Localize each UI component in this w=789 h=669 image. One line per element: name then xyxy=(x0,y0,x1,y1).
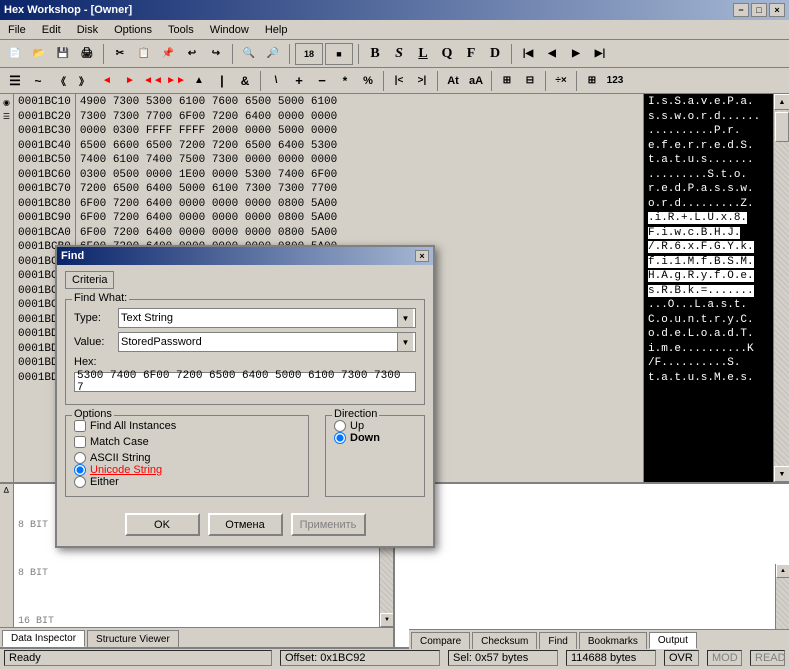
type-row: Type: Text String ▼ xyxy=(74,308,416,328)
options-direction-row: Options Find All Instances Match Case xyxy=(65,411,425,501)
match-case-label: Match Case xyxy=(90,436,149,448)
either-radio[interactable] xyxy=(74,476,86,488)
value-row: Value: StoredPassword ▼ xyxy=(74,332,416,352)
up-radio-item: Up xyxy=(334,420,416,432)
find-dialog: Find × Criteria Find What: Type: Text St… xyxy=(55,245,435,548)
dialog-title-bar: Find × xyxy=(57,247,433,265)
find-what-group: Find What: Type: Text String ▼ Value: St… xyxy=(65,299,425,405)
unicode-radio[interactable] xyxy=(74,464,86,476)
unicode-radio-item: Unicode String xyxy=(74,464,300,476)
value-label: Value: xyxy=(74,336,114,348)
type-combo-arrow[interactable]: ▼ xyxy=(397,309,413,327)
value-combo-arrow[interactable]: ▼ xyxy=(397,333,413,351)
type-label: Type: xyxy=(74,312,114,324)
hex-label: Hex: xyxy=(74,356,97,368)
hex-value: 5300 7400 6F00 7200 6500 6400 5000 6100 … xyxy=(77,370,413,394)
dialog-close-button[interactable]: × xyxy=(415,250,429,262)
dialog-body: Criteria Find What: Type: Text String ▼ … xyxy=(57,265,433,546)
find-what-label: Find What: xyxy=(72,292,129,304)
type-value: Text String xyxy=(121,312,173,324)
options-group: Options Find All Instances Match Case xyxy=(65,415,309,497)
apply-button[interactable]: Применить xyxy=(291,513,366,536)
either-label: Either xyxy=(90,476,119,488)
ascii-radio-item: ASCII String xyxy=(74,452,300,464)
direction-label: Direction xyxy=(332,408,379,420)
cancel-button[interactable]: Отмена xyxy=(208,513,283,536)
match-case-checkbox[interactable] xyxy=(74,436,86,448)
type-combo[interactable]: Text String ▼ xyxy=(118,308,416,328)
hex-display: 5300 7400 6F00 7200 6500 6400 5000 6100 … xyxy=(74,372,416,392)
up-label: Up xyxy=(350,420,364,432)
dialog-overlay: Find × Criteria Find What: Type: Text St… xyxy=(0,0,789,669)
find-all-checkbox[interactable] xyxy=(74,420,86,432)
find-all-label: Find All Instances xyxy=(90,420,176,432)
down-radio[interactable] xyxy=(334,432,346,444)
unicode-label: Unicode String xyxy=(90,464,162,476)
ascii-label: ASCII String xyxy=(90,452,151,464)
value-text: StoredPassword xyxy=(121,336,202,348)
find-all-check: Find All Instances xyxy=(74,420,300,432)
direction-group: Direction Up Down xyxy=(325,415,425,497)
up-radio[interactable] xyxy=(334,420,346,432)
ok-button[interactable]: OK xyxy=(125,513,200,536)
hex-row: Hex: 5300 7400 6F00 7200 6500 6400 5000 … xyxy=(74,356,416,392)
string-type-group: ASCII String Unicode String Either xyxy=(74,452,300,488)
dialog-title-text: Find xyxy=(61,250,84,262)
ascii-radio[interactable] xyxy=(74,452,86,464)
down-radio-item: Down xyxy=(334,432,416,444)
value-combo[interactable]: StoredPassword ▼ xyxy=(118,332,416,352)
match-case-check: Match Case xyxy=(74,436,149,448)
either-radio-item: Either xyxy=(74,476,300,488)
options-label: Options xyxy=(72,408,114,420)
down-label: Down xyxy=(350,432,380,444)
match-ascii-row: Match Case xyxy=(74,436,300,448)
dialog-buttons: OK Отмена Применить xyxy=(65,509,425,540)
criteria-tab[interactable]: Criteria xyxy=(65,271,114,289)
